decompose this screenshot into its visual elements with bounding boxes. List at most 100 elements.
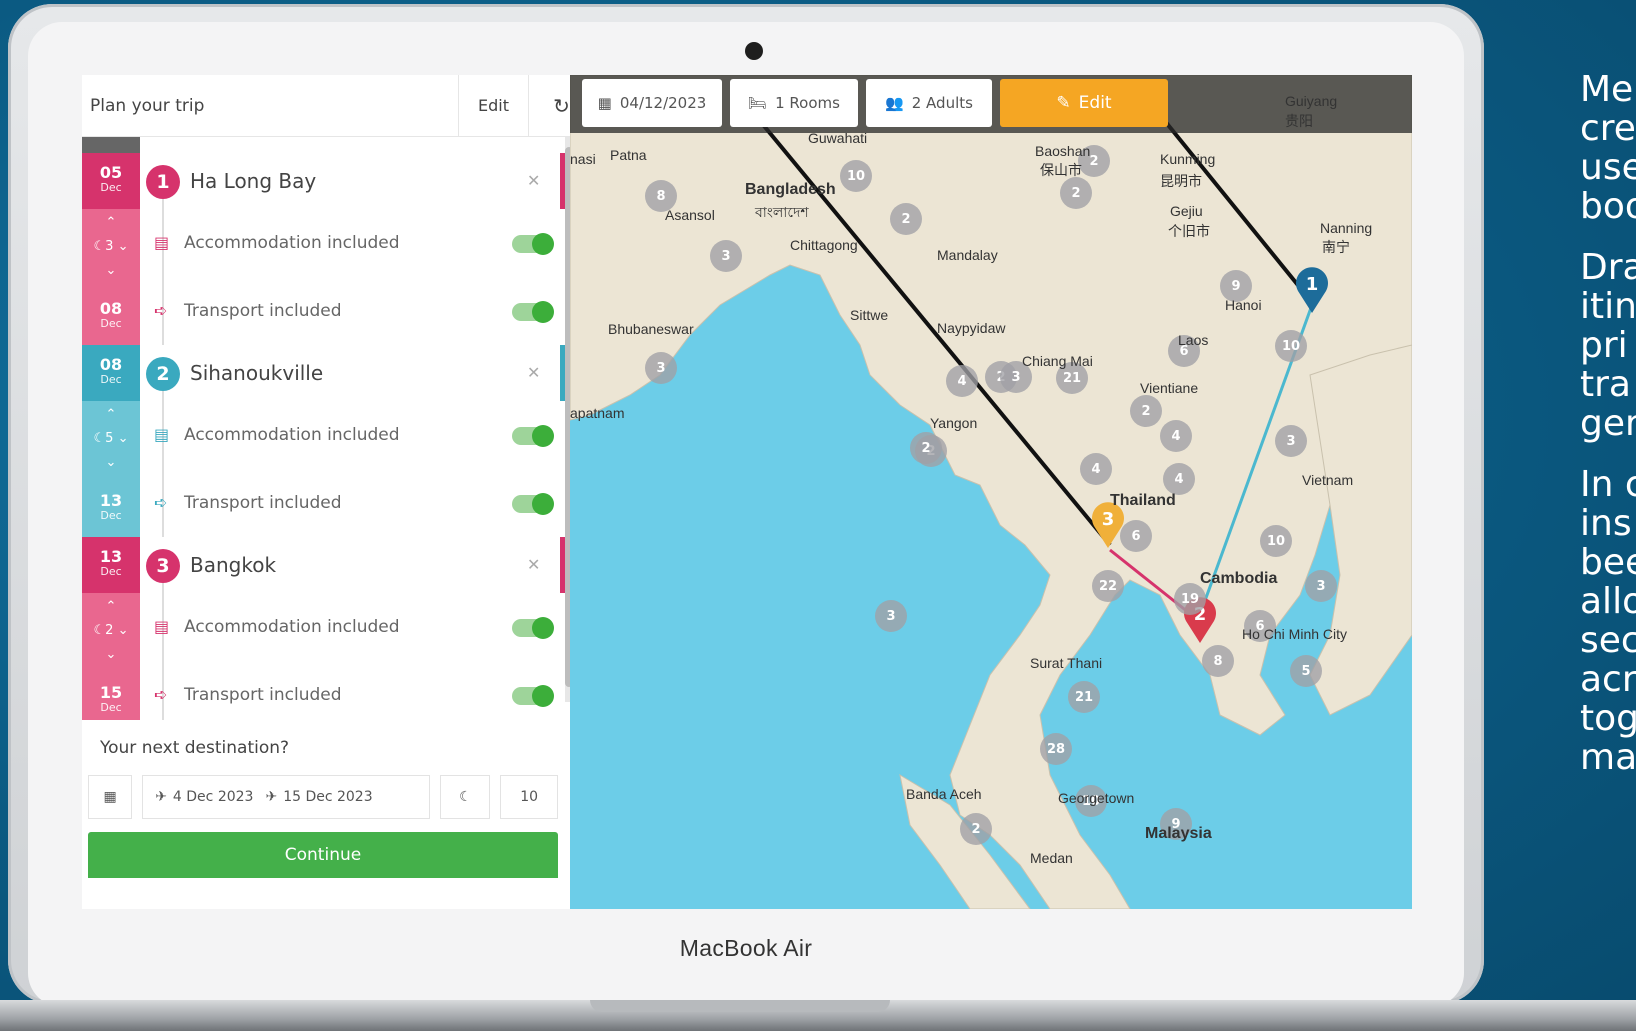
people-icon: 👥 xyxy=(885,94,904,112)
chevron-down-icon[interactable]: ⌄ xyxy=(82,647,140,662)
location-cluster[interactable]: 3 xyxy=(645,352,677,384)
map-place-label: Patna xyxy=(610,147,647,163)
chevron-up-icon[interactable]: ⌃ xyxy=(82,599,140,614)
adults-button[interactable]: 👥 2 Adults xyxy=(866,79,992,127)
nights-toggle[interactable]: ☾ xyxy=(440,775,491,819)
refresh-icon: ↻ xyxy=(553,93,570,118)
location-cluster[interactable]: 28 xyxy=(1040,733,1072,765)
location-cluster[interactable]: 22 xyxy=(1092,570,1124,602)
rooms-value: 1 Rooms xyxy=(775,94,840,112)
stop-end-date: 08 Dec xyxy=(82,289,140,345)
side-promo-text: Mecreuseboo Draitinpritrager In cinsbeea… xyxy=(1580,70,1636,778)
location-cluster[interactable]: 4 xyxy=(1163,463,1195,495)
nights-selector[interactable]: ⌃ ☾2 ⌄ ⌄ xyxy=(82,593,140,673)
map-place-label: Malaysia xyxy=(1145,825,1212,842)
stop-name[interactable]: Sihanoukville xyxy=(190,361,323,385)
accommodation-toggle[interactable] xyxy=(512,233,554,255)
start-month: Dec xyxy=(100,565,122,578)
rooms-button[interactable]: 🛏 1 Rooms xyxy=(730,79,858,127)
timeline-line xyxy=(162,583,164,729)
map-place-label: Guiyang xyxy=(1285,93,1338,109)
stop-name[interactable]: Bangkok xyxy=(190,553,276,577)
accommodation-toggle[interactable] xyxy=(512,425,554,447)
timeline-line xyxy=(162,199,164,345)
transport-label: Transport included xyxy=(184,493,342,513)
svg-text:1: 1 xyxy=(1306,274,1319,295)
stop-number-badge: 3 xyxy=(146,549,180,583)
edit-trip-button[interactable]: Edit xyxy=(458,75,528,137)
location-cluster[interactable]: 4 xyxy=(946,365,978,397)
transport-toggle[interactable] xyxy=(512,301,554,323)
location-cluster[interactable]: 21 xyxy=(1068,681,1100,713)
map-place-label: Baoshan xyxy=(1035,143,1091,159)
map-place-label: Surat Thani xyxy=(1030,655,1103,671)
edit-search-label: Edit xyxy=(1078,93,1112,113)
date-range-field[interactable]: ✈ 4 Dec 2023 ✈ 15 Dec 2023 xyxy=(142,775,431,819)
svg-text:3: 3 xyxy=(1102,509,1115,530)
location-cluster[interactable]: 4 xyxy=(1160,420,1192,452)
map-place-label: Vientiane xyxy=(1140,380,1199,396)
itinerary-list: 05 Dec ⌃ ☾3 ⌄ ⌄ 08 Dec 1 Ha Long Bay ✕ ▤ Accommodat… xyxy=(82,137,594,747)
nights-count: ☾5 ⌄ xyxy=(93,431,129,446)
location-cluster[interactable]: 2 xyxy=(1130,395,1162,427)
calendar-button[interactable]: ▦ xyxy=(88,775,133,819)
chevron-up-icon[interactable]: ⌃ xyxy=(82,407,140,422)
remove-stop-button[interactable]: ✕ xyxy=(527,363,540,382)
location-cluster[interactable]: 2 xyxy=(960,813,992,845)
nights-input[interactable]: 10 xyxy=(500,775,558,819)
map-base xyxy=(570,75,1412,909)
list-top-edge xyxy=(82,137,140,153)
location-cluster[interactable]: 8 xyxy=(1202,645,1234,677)
location-cluster[interactable]: 10 xyxy=(1275,330,1307,362)
stop-number-badge: 1 xyxy=(146,165,180,199)
map-place-label: Medan xyxy=(1030,850,1073,866)
location-cluster[interactable]: 10 xyxy=(840,160,872,192)
route-map[interactable]: 1 2 3 1082322429103346212443610232219658… xyxy=(570,75,1412,909)
map-place-label: 昆明市 xyxy=(1160,173,1202,189)
route-pin-1[interactable]: 1 xyxy=(1292,265,1332,315)
map-place-label: 保山市 xyxy=(1040,162,1082,178)
edit-search-button[interactable]: ✎ Edit xyxy=(1000,79,1168,127)
location-cluster[interactable]: 10 xyxy=(1260,525,1292,557)
chevron-up-icon[interactable]: ⌃ xyxy=(82,215,140,230)
location-cluster[interactable]: 2 xyxy=(910,432,942,464)
map-place-label: Laos xyxy=(1178,332,1209,348)
stop-name[interactable]: Ha Long Bay xyxy=(190,169,316,193)
transport-toggle[interactable] xyxy=(512,493,554,515)
map-place-label: Thailand xyxy=(1110,492,1176,509)
location-cluster[interactable]: 3 xyxy=(1305,570,1337,602)
chevron-down-icon[interactable]: ⌄ xyxy=(82,455,140,470)
end-month: Dec xyxy=(100,317,122,330)
location-cluster[interactable]: 4 xyxy=(1080,453,1112,485)
nights-selector[interactable]: ⌃ ☾5 ⌄ ⌄ xyxy=(82,401,140,481)
nights-selector[interactable]: ⌃ ☾3 ⌄ ⌄ xyxy=(82,209,140,289)
map-place-label: nasi xyxy=(570,151,596,167)
arrival-icon: ✈ xyxy=(265,789,278,805)
accommodation-toggle[interactable] xyxy=(512,617,554,639)
timeline-line xyxy=(162,391,164,537)
location-cluster[interactable]: 6 xyxy=(1120,520,1152,552)
transport-toggle[interactable] xyxy=(512,685,554,707)
location-cluster[interactable]: 3 xyxy=(710,240,742,272)
map-place-label: Georgetown xyxy=(1058,790,1135,806)
continue-button[interactable]: Continue xyxy=(88,832,558,878)
remove-stop-button[interactable]: ✕ xyxy=(527,171,540,190)
end-month: Dec xyxy=(100,701,122,714)
location-cluster[interactable]: 3 xyxy=(875,600,907,632)
location-cluster[interactable]: 2 xyxy=(1060,177,1092,209)
date-button[interactable]: ▦ 04/12/2023 xyxy=(582,79,722,127)
app-screen: Plan your trip Edit ↻ 05 Dec ⌃ ☾3 ⌄ ⌄ 08 Dec 1 H… xyxy=(82,75,1412,909)
map-place-label: Gejiu xyxy=(1170,203,1203,219)
panel-header: Plan your trip Edit ↻ xyxy=(82,75,594,137)
chevron-down-icon[interactable]: ⌄ xyxy=(82,263,140,278)
remove-stop-button[interactable]: ✕ xyxy=(527,555,540,574)
location-cluster[interactable]: 5 xyxy=(1290,655,1322,687)
location-cluster[interactable]: 2 xyxy=(890,203,922,235)
location-cluster[interactable]: 3 xyxy=(1275,425,1307,457)
calendar-icon: ▦ xyxy=(597,94,612,112)
hotel-icon: ▤ xyxy=(154,425,170,444)
map-place-label: Mandalay xyxy=(937,247,998,263)
transport-label: Transport included xyxy=(184,301,342,321)
map-place-label: Hanoi xyxy=(1225,297,1262,313)
calendar-icon: ▦ xyxy=(103,789,117,805)
